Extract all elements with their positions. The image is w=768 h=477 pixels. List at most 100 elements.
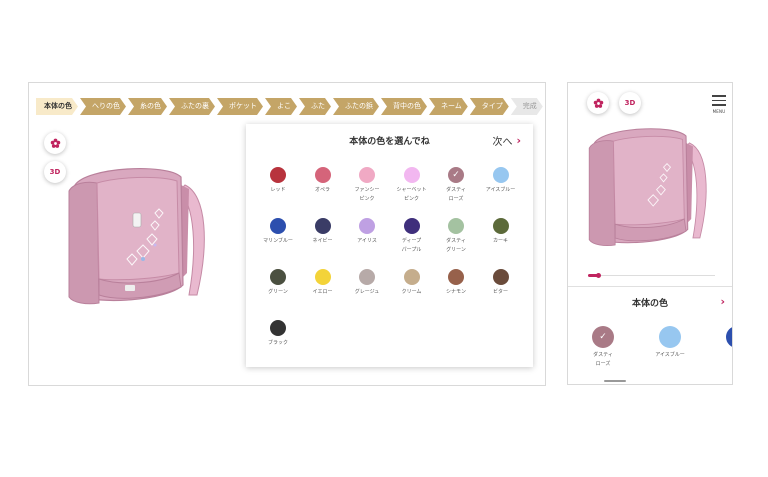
color-label: ダスティ ローズ — [446, 187, 466, 202]
color-dot — [659, 326, 681, 348]
hamburger-icon — [712, 95, 726, 97]
color-dot: ✓ — [592, 326, 614, 348]
step-1[interactable]: へりの色 — [80, 98, 126, 115]
color-dot — [492, 167, 509, 183]
color-dot — [492, 269, 509, 285]
color-label: ディープ パープル — [401, 238, 422, 253]
rotation-slider-track[interactable] — [588, 275, 715, 276]
color-swatch[interactable]: シャーベット ピンク — [392, 167, 432, 204]
color-dot — [403, 218, 420, 234]
color-label: ビター — [492, 289, 508, 295]
step-11[interactable]: 完成 — [511, 98, 543, 115]
step-8[interactable]: 背中の色 — [381, 98, 427, 115]
color-swatch[interactable]: アイスブルー — [481, 167, 521, 195]
color-label: アイリス — [357, 238, 377, 244]
chevron-right-icon: › — [516, 134, 521, 147]
color-label: アイスブルー — [655, 352, 685, 358]
mobile-3d-button[interactable]: 3D — [619, 92, 641, 114]
color-label: ダスティ ローズ — [593, 352, 613, 367]
color-swatch[interactable]: アイリス — [347, 218, 387, 246]
menu-label: MENU — [712, 108, 726, 114]
flower-icon — [593, 98, 603, 108]
next-label: 次へ — [492, 137, 513, 148]
color-label: シャーベット ピンク — [396, 187, 427, 202]
next-button[interactable]: 次へ › — [492, 133, 521, 148]
color-swatch[interactable]: グリーン — [258, 269, 298, 297]
color-swatch[interactable]: レッド — [258, 167, 298, 195]
color-label: レッド — [270, 187, 286, 193]
desktop-view: 本体の色 へりの色 糸の色 ふたの裏 ポケット よこ ふた ふたの鋲 背中の色 ネーム タイプ 完成 … — [28, 82, 546, 386]
color-dot — [448, 218, 464, 234]
step-7[interactable]: ふたの鋲 — [333, 98, 379, 115]
color-dot — [359, 218, 375, 234]
step-navigation: 本体の色 へりの色 糸の色 ふたの裏 ポケット よこ ふた ふたの鋲 背中の色 ネーム タイプ 完成 — [36, 98, 545, 115]
rotation-slider-handle[interactable] — [596, 273, 601, 278]
step-5[interactable]: よこ — [265, 98, 297, 115]
flower-icon — [50, 138, 60, 148]
backpack-3d-preview[interactable] — [57, 155, 217, 317]
color-dot — [492, 218, 509, 234]
check-icon: ✓ — [452, 170, 460, 180]
color-label: ダスティ グリーン — [446, 238, 466, 253]
color-dot — [448, 269, 464, 285]
color-dot — [270, 269, 286, 285]
color-dot — [314, 218, 331, 234]
menu-button[interactable]: MENU — [712, 95, 726, 114]
color-label: ブラック — [267, 340, 288, 346]
color-label: マリ — [717, 351, 733, 360]
color-swatch[interactable]: ファンシー ピンク — [347, 167, 387, 204]
color-dot — [270, 167, 286, 183]
color-swatch[interactable]: マリ — [717, 326, 733, 360]
color-swatch[interactable]: オペラ — [303, 167, 343, 195]
color-swatch[interactable]: ダスティ グリーン — [436, 218, 476, 255]
color-swatch[interactable]: ディープ パープル — [392, 218, 432, 255]
color-label: マリンブルー — [263, 238, 293, 244]
color-swatch[interactable]: シナモン — [436, 269, 476, 297]
color-swatch[interactable]: アイスブルー — [650, 326, 690, 360]
color-swatch[interactable]: ネイビー — [303, 218, 343, 246]
color-label: グリーン — [268, 289, 288, 295]
color-swatch[interactable]: ブラック — [258, 320, 298, 348]
color-label: ネイビー — [312, 238, 333, 244]
color-dot — [403, 167, 420, 183]
color-swatch[interactable]: クリーム — [392, 269, 432, 297]
step-3[interactable]: ふたの裏 — [169, 98, 215, 115]
hamburger-bar — [712, 99, 726, 101]
color-label: クリーム — [401, 289, 422, 295]
color-dot — [270, 218, 286, 234]
step-4[interactable]: ポケット — [217, 98, 263, 115]
mobile-color-sheet: 本体の色 › ✓ ダスティローズ アイスブルー マリ — [568, 286, 733, 384]
color-dot: ✓ — [448, 167, 464, 183]
mobile-sheet-title: 本体の色 — [631, 299, 668, 309]
step-6[interactable]: ふた — [299, 98, 331, 115]
step-0[interactable]: 本体の色 — [36, 98, 78, 115]
color-label: イエロー — [312, 289, 333, 295]
color-swatch[interactable]: ビター — [481, 269, 521, 297]
color-swatch[interactable]: ✓ ダスティ ローズ — [583, 326, 623, 369]
sheet-handle[interactable] — [604, 380, 626, 382]
color-dot — [359, 269, 375, 285]
chevron-right-icon[interactable]: › — [720, 295, 725, 308]
color-swatch[interactable]: カーキ — [481, 218, 521, 246]
color-swatch[interactable]: マリンブルー — [258, 218, 298, 246]
color-label: ファンシー ピンク — [354, 187, 380, 202]
color-dot — [270, 320, 286, 336]
step-9[interactable]: ネーム — [429, 98, 468, 115]
color-dot — [314, 269, 331, 285]
color-label: アイスブルー — [485, 187, 516, 193]
color-dot — [726, 326, 732, 348]
color-dot — [314, 167, 331, 183]
step-10[interactable]: タイプ — [470, 98, 509, 115]
panel-title: 本体の色を選んでね — [349, 137, 430, 147]
color-label: グレージュ — [354, 289, 380, 295]
step-2[interactable]: 糸の色 — [128, 98, 167, 115]
3d-label: 3D — [624, 99, 636, 107]
color-swatch[interactable]: ✓ ダスティ ローズ — [436, 167, 476, 204]
color-swatch[interactable]: グレージュ — [347, 269, 387, 297]
color-swatch[interactable]: イエロー — [303, 269, 343, 297]
color-label: オペラ — [314, 187, 330, 193]
hamburger-bar — [712, 104, 726, 106]
mobile-backpack-3d-preview[interactable] — [578, 117, 718, 257]
settings-button[interactable] — [44, 132, 66, 154]
mobile-settings-button[interactable] — [587, 92, 609, 114]
